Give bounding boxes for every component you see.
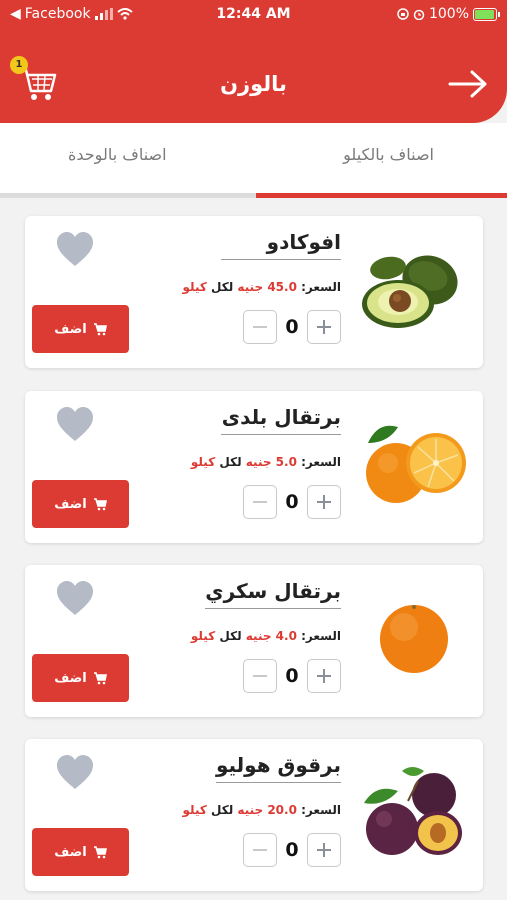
- product-price: السعر: 5.0 جنيه لكل كيلو: [191, 455, 341, 469]
- decrease-button[interactable]: [243, 659, 277, 693]
- minus-icon: [253, 326, 267, 328]
- favorite-heart-icon[interactable]: [55, 230, 95, 268]
- quantity-stepper: 0: [243, 659, 341, 693]
- favorite-heart-icon[interactable]: [55, 579, 95, 617]
- tab-by-kilo[interactable]: اصناف بالكيلو: [343, 145, 434, 164]
- product-name: برتقال سكري: [205, 579, 341, 609]
- lock-rotation-icon: [397, 8, 409, 20]
- avocado-image: [362, 255, 458, 328]
- quantity-stepper: 0: [243, 833, 341, 867]
- battery-percent: 100%: [428, 6, 469, 22]
- add-button-label: اضف: [54, 321, 87, 337]
- price-unit: كيلو: [182, 803, 207, 817]
- product-card: برقوق هوليو السعر: 20.0 جنيه لكل كيلو 0 …: [25, 739, 483, 891]
- app-header: ◀ Facebook 12:44 AM 100% 1 بالوزن: [0, 0, 507, 123]
- category-tabs: اصناف بالكيلو اصناف بالوحدة: [0, 123, 507, 198]
- cart-small-icon: [93, 323, 107, 336]
- plus-icon: [317, 320, 331, 334]
- battery-icon: [473, 7, 500, 21]
- status-right: 100%: [397, 6, 500, 22]
- add-button-label: اضف: [54, 844, 87, 860]
- tab-active-indicator: [256, 193, 507, 198]
- minus-icon: [253, 501, 267, 503]
- cart-small-icon: [93, 672, 107, 685]
- tab-by-unit[interactable]: اصناف بالوحدة: [68, 145, 167, 164]
- product-card: برتقال بلدى السعر: 5.0 جنيه لكل كيلو 0 ا…: [25, 391, 483, 543]
- price-per: لكل: [211, 803, 234, 817]
- favorite-heart-icon[interactable]: [55, 753, 95, 791]
- price-value: 20.0 جنيه: [237, 803, 297, 817]
- price-label: السعر:: [301, 455, 341, 469]
- price-value: 4.0 جنيه: [245, 629, 297, 643]
- orange-with-leaves-image: [366, 425, 466, 503]
- add-to-cart-button[interactable]: اضف: [32, 480, 129, 528]
- product-name: افوكادو: [221, 230, 341, 260]
- plus-icon: [317, 495, 331, 509]
- price-label: السعر:: [301, 629, 341, 643]
- price-per: لكل: [219, 629, 242, 643]
- plum-image: [364, 767, 462, 855]
- price-per: لكل: [219, 455, 242, 469]
- increase-button[interactable]: [307, 310, 341, 344]
- cart-small-icon: [93, 498, 107, 511]
- plus-icon: [317, 669, 331, 683]
- alarm-icon: [413, 9, 425, 20]
- price-unit: كيلو: [190, 629, 216, 643]
- increase-button[interactable]: [307, 485, 341, 519]
- add-button-label: اضف: [54, 496, 87, 512]
- cart-small-icon: [93, 846, 107, 859]
- add-button-label: اضف: [54, 670, 87, 686]
- price-unit: كيلو: [182, 280, 207, 294]
- product-price: السعر: 20.0 جنيه لكل كيلو: [183, 803, 341, 817]
- back-button[interactable]: [447, 68, 489, 100]
- favorite-heart-icon[interactable]: [55, 405, 95, 443]
- orange-image: [380, 605, 448, 673]
- add-to-cart-button[interactable]: اضف: [32, 828, 129, 876]
- product-price: السعر: 4.0 جنيه لكل كيلو: [191, 629, 341, 643]
- quantity-value: 0: [285, 316, 299, 338]
- quantity-value: 0: [285, 491, 299, 513]
- minus-icon: [253, 849, 267, 851]
- decrease-button[interactable]: [243, 310, 277, 344]
- minus-icon: [253, 675, 267, 677]
- add-to-cart-button[interactable]: اضف: [32, 305, 129, 353]
- product-price: السعر: 45.0 جنيه لكل كيلو: [183, 280, 341, 294]
- price-unit: كيلو: [190, 455, 216, 469]
- quantity-stepper: 0: [243, 310, 341, 344]
- product-card: افوكادو السعر: 45.0 جنيه لكل كيلو 0 اضف: [25, 216, 483, 368]
- product-card: برتقال سكري السعر: 4.0 جنيه لكل كيلو 0 ا…: [25, 565, 483, 717]
- increase-button[interactable]: [307, 659, 341, 693]
- quantity-value: 0: [285, 839, 299, 861]
- price-per: لكل: [211, 280, 234, 294]
- price-value: 5.0 جنيه: [245, 455, 297, 469]
- quantity-value: 0: [285, 665, 299, 687]
- decrease-button[interactable]: [243, 833, 277, 867]
- product-name: برتقال بلدى: [221, 405, 341, 435]
- quantity-stepper: 0: [243, 485, 341, 519]
- increase-button[interactable]: [307, 833, 341, 867]
- price-label: السعر:: [301, 280, 341, 294]
- plus-icon: [317, 843, 331, 857]
- price-value: 45.0 جنيه: [237, 280, 297, 294]
- arrow-right-icon: [448, 70, 487, 98]
- product-name: برقوق هوليو: [215, 753, 341, 783]
- add-to-cart-button[interactable]: اضف: [32, 654, 129, 702]
- decrease-button[interactable]: [243, 485, 277, 519]
- price-label: السعر:: [301, 803, 341, 817]
- page-title: بالوزن: [220, 72, 287, 96]
